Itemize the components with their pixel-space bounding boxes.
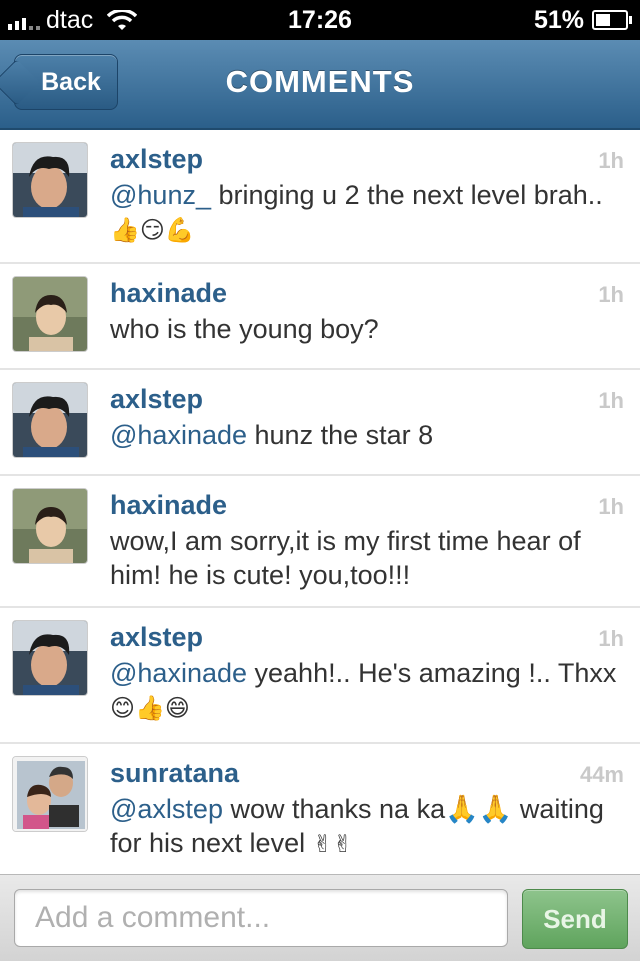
comment-username[interactable]: haxinade: [110, 278, 227, 309]
comment-emoji: 👍😏💪: [110, 216, 195, 244]
comment-item: axlstep 1h @hunz_ bringing u 2 the next …: [0, 130, 640, 264]
comment-item: axlstep 1h @haxinade hunz the star 8: [0, 370, 640, 476]
comment-body: bringing u 2 the next level brah..: [210, 180, 603, 210]
comment-text: @haxinade hunz the star 8: [110, 418, 620, 452]
comment-timestamp: 1h: [598, 626, 624, 651]
comment-timestamp: 1h: [598, 282, 624, 307]
comment-text: wow,I am sorry,it is my first time hear …: [110, 524, 620, 592]
comment-body: who is the young boy?: [110, 314, 379, 344]
comment-list[interactable]: axlstep 1h @hunz_ bringing u 2 the next …: [0, 130, 640, 874]
comment-body: hunz the star 8: [247, 420, 434, 450]
comment-text: @axlstep wow thanks na ka🙏🙏 waiting for …: [110, 792, 620, 861]
compose-bar: Send: [0, 874, 640, 961]
comment-mention[interactable]: @hunz_: [110, 180, 211, 210]
comment-item: haxinade 1h who is the young boy?: [0, 264, 640, 370]
comment-body: yeahh!.. He's amazing !.. Thxx: [247, 658, 617, 688]
comment-item: axlstep 1h @haxinade yeahh!.. He's amazi…: [0, 608, 640, 744]
battery-icon: [592, 10, 632, 30]
comment-mention[interactable]: @haxinade: [110, 420, 247, 450]
comment-username[interactable]: axlstep: [110, 622, 203, 653]
avatar[interactable]: [12, 488, 88, 564]
comment-text: @haxinade yeahh!.. He's amazing !.. Thxx…: [110, 656, 620, 725]
comment-text: @hunz_ bringing u 2 the next level brah.…: [110, 178, 620, 247]
avatar[interactable]: [12, 276, 88, 352]
comment-username[interactable]: axlstep: [110, 144, 203, 175]
back-button-label: Back: [41, 67, 101, 96]
comment-emoji: ✌✌: [312, 830, 353, 858]
nav-bar: Back COMMENTS: [0, 40, 640, 130]
comment-username[interactable]: axlstep: [110, 384, 203, 415]
send-button[interactable]: Send: [522, 889, 628, 949]
comment-timestamp: 44m: [579, 762, 624, 787]
comment-timestamp: 1h: [598, 148, 624, 173]
comment-timestamp: 1h: [598, 388, 624, 413]
comment-username[interactable]: haxinade: [110, 490, 227, 521]
battery-percent: 51%: [533, 6, 584, 34]
comment-mention[interactable]: @axlstep: [110, 794, 223, 824]
avatar[interactable]: [12, 620, 88, 696]
comment-timestamp: 1h: [598, 494, 624, 519]
comment-mention[interactable]: @haxinade: [110, 658, 247, 688]
comment-item: haxinade 1h wow,I am sorry,it is my firs…: [0, 476, 640, 608]
comment-item: sunratana 44m @axlstep wow thanks na ka🙏…: [0, 744, 640, 874]
comment-body: wow,I am sorry,it is my first time hear …: [110, 526, 581, 590]
comment-emoji: 😊👍😄: [110, 694, 190, 722]
avatar[interactable]: [12, 382, 88, 458]
comment-input[interactable]: [14, 889, 508, 947]
status-bar: dtac 17:26 51%: [0, 0, 640, 40]
comment-text: who is the young boy?: [110, 312, 620, 346]
avatar[interactable]: [12, 756, 88, 832]
avatar[interactable]: [12, 142, 88, 218]
comment-username[interactable]: sunratana: [110, 758, 239, 789]
